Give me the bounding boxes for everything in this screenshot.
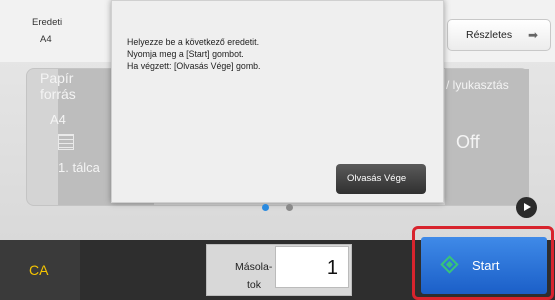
- copies-input[interactable]: 1: [275, 246, 349, 288]
- paper-size-value: A4: [50, 112, 66, 127]
- start-button-label: Start: [472, 258, 500, 273]
- tray-value: 1. tálca: [58, 160, 100, 175]
- copies-label-line2: tok: [247, 279, 262, 291]
- page-dot-active[interactable]: [262, 204, 269, 211]
- start-diamond-icon: [440, 255, 459, 274]
- scan-next-original-dialog: Helyezze be a következő eredetit. Nyomja…: [111, 0, 444, 203]
- copies-label-line1: Másola-: [235, 261, 273, 273]
- paper-source-label: Papír forrás: [40, 70, 76, 102]
- clear-all-button[interactable]: CA: [0, 240, 80, 300]
- paper-tray-icon: [58, 134, 74, 150]
- next-page-button[interactable]: [516, 197, 537, 218]
- dialog-message-line2: Nyomja meg a [Start] gombot.: [127, 49, 244, 59]
- original-label: Eredeti: [32, 17, 63, 28]
- play-arrow-icon: [524, 203, 531, 211]
- dialog-message-line1: Helyezze be a következő eredetit.: [127, 37, 260, 47]
- arrow-right-icon: ➡: [528, 28, 539, 42]
- staple-punch-value: Off: [456, 132, 480, 152]
- main-area: Eredeti A4 Részletes ➡ Papír forrás A4 1…: [0, 0, 555, 240]
- page-dot[interactable]: [286, 204, 293, 211]
- finish-reading-label: Olvasás Vége: [347, 173, 407, 184]
- original-value[interactable]: A4: [40, 34, 52, 45]
- dialog-message-line3: Ha végzett: [Olvasás Vége] gomb.: [127, 61, 261, 71]
- details-button-label: Részletes: [466, 29, 513, 41]
- start-button[interactable]: Start: [421, 237, 547, 294]
- clear-all-label: CA: [29, 262, 49, 278]
- paper-source-label-line2: forrás: [40, 86, 76, 102]
- paper-source-label-line1: Papír: [40, 70, 74, 86]
- details-button[interactable]: Részletes ➡: [447, 19, 551, 51]
- staple-punch-label: / lyukasztás: [446, 78, 509, 92]
- finish-reading-button[interactable]: Olvasás Vége: [336, 164, 426, 194]
- copies-value: 1: [326, 257, 338, 279]
- copy-screen: Eredeti A4 Részletes ➡ Papír forrás A4 1…: [0, 0, 555, 300]
